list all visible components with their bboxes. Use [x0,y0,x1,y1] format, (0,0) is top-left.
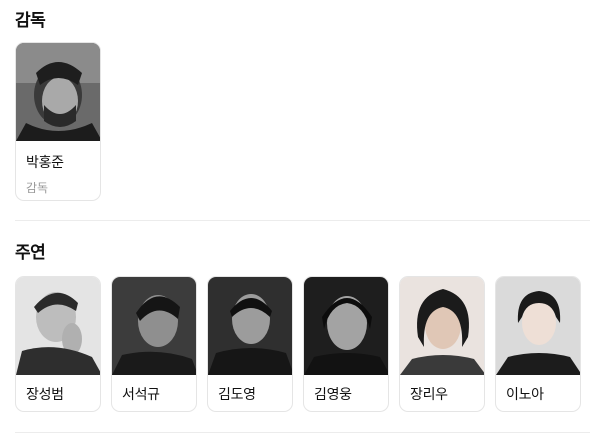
person-card-cast[interactable]: 장성범 [15,276,101,412]
person-photo[interactable] [400,277,484,375]
person-name: 박홍준 [26,155,64,171]
person-photo[interactable] [16,43,100,141]
section-divider [15,220,590,221]
person-photo[interactable] [208,277,292,375]
person-photo[interactable] [304,277,388,375]
person-card-director[interactable]: 박홍준 감독 [15,42,101,201]
person-card-cast[interactable]: 김영웅 [303,276,389,412]
person-name: 이노아 [506,387,544,403]
person-name: 서석규 [122,387,160,403]
section-divider [15,432,590,433]
person-card-cast[interactable]: 이노아 [495,276,581,412]
person-card-cast[interactable]: 장리우 [399,276,485,412]
person-card-cast[interactable]: 김도영 [207,276,293,412]
person-role: 감독 [26,181,49,195]
section-title-director: 감독 [15,11,46,31]
person-name: 김도영 [218,387,256,403]
person-card-cast[interactable]: 서석규 [111,276,197,412]
person-name: 김영웅 [314,387,352,403]
person-photo[interactable] [16,277,100,375]
person-name: 장성범 [26,387,64,403]
person-photo[interactable] [496,277,580,375]
person-photo[interactable] [112,277,196,375]
section-title-cast: 주연 [15,243,46,263]
person-name: 장리우 [410,387,448,403]
